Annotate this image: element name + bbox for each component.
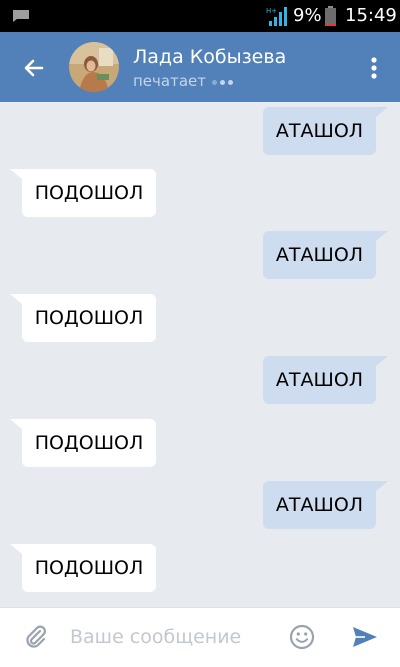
- message-outgoing[interactable]: АТАШОЛ: [263, 107, 388, 155]
- battery-icon: [325, 6, 336, 26]
- attach-button[interactable]: [20, 621, 52, 653]
- send-icon: [353, 627, 377, 647]
- typing-indicator-icon: [212, 72, 236, 92]
- arrow-back-icon: [24, 59, 44, 77]
- message-text: АТАШОЛ: [275, 494, 364, 516]
- message-text: ПОДОШОЛ: [34, 307, 144, 329]
- message-text: ПОДОШОЛ: [34, 557, 144, 579]
- signal-icon: H+: [266, 7, 287, 26]
- message-text: АТАШОЛ: [275, 244, 364, 266]
- message-incoming[interactable]: ПОДОШОЛ: [10, 294, 156, 342]
- message-outgoing[interactable]: АТАШОЛ: [263, 356, 388, 404]
- paperclip-icon: [26, 625, 46, 648]
- message-incoming[interactable]: ПОДОШОЛ: [10, 544, 156, 592]
- message-text: АТАШОЛ: [275, 369, 364, 391]
- send-button[interactable]: [348, 621, 382, 653]
- bubble-tail: [10, 294, 22, 304]
- bubble-tail: [10, 419, 22, 429]
- status-time: 15:49: [345, 5, 397, 26]
- more-options-button[interactable]: [358, 52, 390, 84]
- message-composer: [0, 607, 400, 667]
- message-incoming[interactable]: ПОДОШОЛ: [10, 419, 156, 467]
- bubble-tail: [376, 107, 388, 117]
- smiley-icon: [289, 624, 315, 650]
- message-icon: [13, 10, 29, 22]
- contact-name[interactable]: Лада Кобызева: [133, 45, 286, 69]
- typing-status: печатает: [133, 71, 236, 92]
- bubble-tail: [10, 169, 22, 179]
- status-bar: H+ 9% 15:49: [0, 0, 400, 32]
- avatar[interactable]: [69, 42, 119, 92]
- battery-percentage: 9%: [293, 5, 322, 26]
- typing-status-label: печатает: [133, 72, 206, 90]
- bubble-tail: [376, 481, 388, 491]
- message-text: ПОДОШОЛ: [34, 182, 144, 204]
- bubble-tail: [10, 544, 22, 554]
- back-button[interactable]: [18, 52, 50, 84]
- bubble-tail: [376, 356, 388, 366]
- more-vertical-icon: [371, 57, 377, 79]
- message-text: АТАШОЛ: [275, 120, 364, 142]
- message-input[interactable]: [70, 620, 270, 654]
- bubble-tail: [376, 231, 388, 241]
- chat-header: Лада Кобызева печатает: [0, 32, 400, 102]
- message-outgoing[interactable]: АТАШОЛ: [263, 481, 388, 529]
- message-outgoing[interactable]: АТАШОЛ: [263, 231, 388, 279]
- message-text: ПОДОШОЛ: [34, 432, 144, 454]
- message-incoming[interactable]: ПОДОШОЛ: [10, 169, 156, 217]
- svg-text:H+: H+: [266, 7, 277, 15]
- emoji-button[interactable]: [286, 621, 318, 653]
